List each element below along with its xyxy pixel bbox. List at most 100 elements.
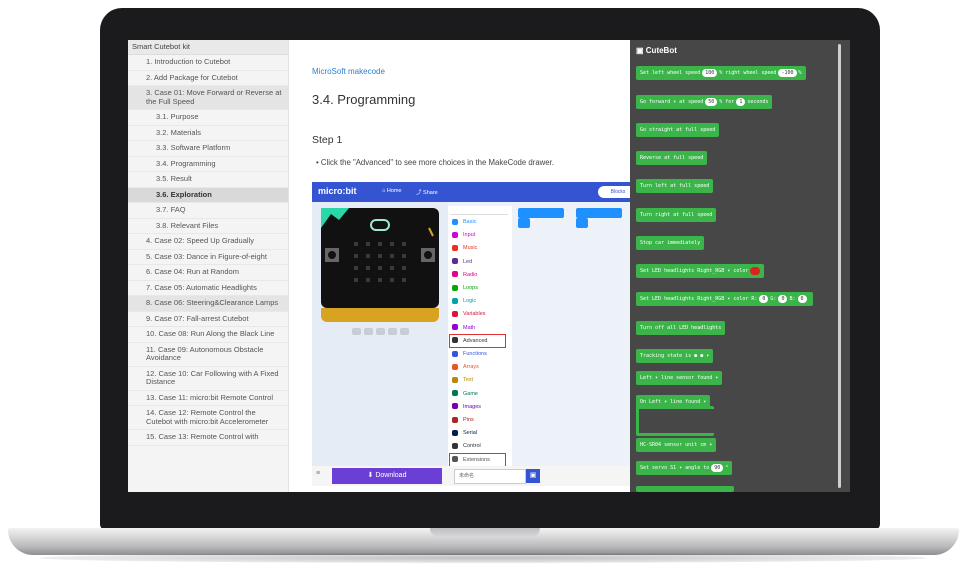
toolbox-label: Input [463,232,476,239]
block-value[interactable]: 50 [705,98,718,106]
sidebar-item[interactable]: 4. Case 02: Speed Up Gradually [128,234,288,250]
sidebar-item[interactable]: 1. Introduction to Cutebot [128,55,288,71]
block-value[interactable]: -100 [778,69,797,77]
sidebar-item[interactable]: 9. Case 07: Fall-arrest Cutebot [128,312,288,327]
stop-sim-button[interactable] [352,328,361,335]
cutebot-block[interactable]: Stop car immediately [636,236,705,250]
project-name-input[interactable]: 未命名 [454,469,526,484]
block-text: Reverse at full speed [640,155,704,161]
toolbox-images[interactable]: Images [452,401,481,413]
input-icon [452,231,458,238]
home-nav[interactable]: ⌂ Home [382,188,402,194]
toolbox-math[interactable]: Math [452,322,475,334]
forever-block[interactable]: forever [576,208,622,222]
block-value[interactable]: 0 [759,295,769,303]
sidebar-item[interactable]: 8. Case 06: Steering&Clearance Lamps [128,296,288,312]
step-heading: Step 1 [312,134,343,146]
sidebar-item[interactable]: 3.6. Exploration [128,187,288,203]
sidebar-item[interactable]: 10. Case 08: Run Along the Black Line [128,327,288,343]
sidebar-item[interactable]: 2. Add Package for Cutebot [128,71,288,86]
cutebot-block[interactable]: HC-SR04 sensor unit cm ▾ [636,438,717,452]
toolbox-label: Logic [463,298,477,305]
block-value[interactable]: 0 [778,295,788,303]
toolbox-search[interactable] [450,206,508,215]
toolbox-label: Game [463,390,478,397]
toolbox-game[interactable]: Game [452,388,478,400]
toolbox-led[interactable]: Led [452,256,472,268]
toolbox: Basic Input Music Led Radio Loops Logic Variabl… [448,206,512,468]
color-picker[interactable] [750,266,761,275]
cutebot-block[interactable]: Tracking state is ● ● ▾ [636,349,714,363]
sidebar-list: 1. Introduction to Cutebot 2. Add Package… [128,55,288,446]
share-nav[interactable]: ⤴ Share [416,188,438,196]
cutebot-title-text: CuteBot [645,46,677,55]
toolbox-loops[interactable]: Loops [452,282,478,294]
toolbox-control[interactable]: Control [452,440,481,452]
save-icon[interactable]: ▣ [526,469,540,483]
sidebar-item[interactable]: 11. Case 09: Autonomous Obstacle Avoidan… [128,343,288,367]
cutebot-block[interactable]: Left ▾ line sensor found ▾ [636,371,723,385]
block-text: Set LED headlights Right_RGB ▾ color R: [640,296,758,302]
toolbox-radio[interactable]: Radio [452,269,477,281]
block-value[interactable]: 1 [736,98,746,106]
highlight-extensions [449,452,506,467]
restart-sim-button[interactable] [364,328,373,335]
laptop-screen: Smart Cutebot kit 1. Introduction to Cut… [128,40,850,492]
sidebar-item[interactable]: 3.1. Purpose [128,110,288,126]
cutebot-block[interactable]: Set left wheel speed 100% right wheel spe… [636,66,806,80]
cutebot-block[interactable]: Set LED headlights Right_RGB ▾ color R: 0… [636,292,813,306]
toolbox-label: Music [463,245,478,252]
sidebar-item[interactable]: 12. Case 10: Car Following with A Fixed … [128,367,288,391]
download-button[interactable]: ⬇ Download [332,468,442,484]
toolbox-logic[interactable]: Logic [452,295,476,307]
cutebot-block[interactable]: Go forward ▾ at speed 50% for 1 seconds [636,95,773,109]
cutebot-block[interactable]: Set servo S1 ▾ angle to 90 ° [636,461,733,475]
toolbox-pins[interactable]: Pins [452,414,474,426]
sidebar-item[interactable]: 13. Case 11: micro:bit Remote Control [128,391,288,406]
game-icon [452,390,458,397]
toolbox-music[interactable]: Music [452,242,477,254]
mute-button[interactable] [388,328,397,335]
slowmo-button[interactable] [376,328,385,335]
cutebot-block[interactable]: Set LED headlights Right_RGB ▾ color [636,264,765,278]
fullscreen-button[interactable] [400,328,409,335]
toolbox-basic[interactable]: Basic [452,216,476,228]
cutebot-category-icon: ▣ [636,46,646,55]
sidebar-item[interactable]: 7. Case 05: Automatic Headlights [128,281,288,296]
scrollbar[interactable] [838,44,841,488]
cutebot-block[interactable]: Turn off all LED headlights [636,321,726,335]
cutebot-block[interactable]: Turn right at full speed [636,208,717,222]
block-value[interactable]: 90 [711,464,724,472]
toolbox-variables[interactable]: Variables [452,308,486,320]
cutebot-block[interactable]: Go straight at full speed [636,123,720,137]
loops-icon [452,284,458,291]
collapse-icon[interactable]: ≡ [316,470,326,482]
toolbox-serial[interactable]: Serial [452,427,477,439]
sidebar-item[interactable]: 5. Case 03: Dance in Figure-of-eight [128,250,288,265]
laptop-shadow [40,553,927,563]
on-start-block[interactable]: on start [518,208,564,222]
sidebar-item[interactable]: 3.5. Result [128,172,288,188]
block-value[interactable]: 0 [797,295,807,303]
sidebar-title[interactable]: Smart Cutebot kit [128,40,288,55]
toolbox-functions[interactable]: Functions [452,348,487,360]
toolbox-input[interactable]: Input [452,229,475,241]
cutebot-block[interactable] [636,486,734,492]
cutebot-block[interactable]: Turn left at full speed [636,179,714,193]
sidebar-item[interactable]: 3.7. FAQ [128,203,288,219]
sidebar-item[interactable]: 3.3. Software Platform [128,141,288,157]
block-value[interactable]: 100 [702,69,718,77]
toolbox-arrays[interactable]: Arrays [452,361,479,373]
makecode-link[interactable]: MicroSoft makecode [312,67,385,76]
sidebar-item[interactable]: 6. Case 04: Run at Random [128,265,288,281]
cutebot-block[interactable]: Reverse at full speed [636,151,708,165]
variables-icon [452,310,458,317]
sidebar-item[interactable]: 14. Case 12: Remote Control the Cutebot … [128,406,288,430]
download-label: Download [375,472,407,479]
sidebar-item[interactable]: 3.2. Materials [128,126,288,141]
sidebar-item[interactable]: 15. Case 13: Remote Control with [128,430,288,446]
toolbox-text[interactable]: Text [452,374,473,386]
sidebar-item[interactable]: 3.4. Programming [128,157,288,172]
sidebar-item[interactable]: 3.8. Relevant Files [128,219,288,234]
sidebar-item[interactable]: 3. Case 01: Move Forward or Reverse at t… [128,86,288,110]
